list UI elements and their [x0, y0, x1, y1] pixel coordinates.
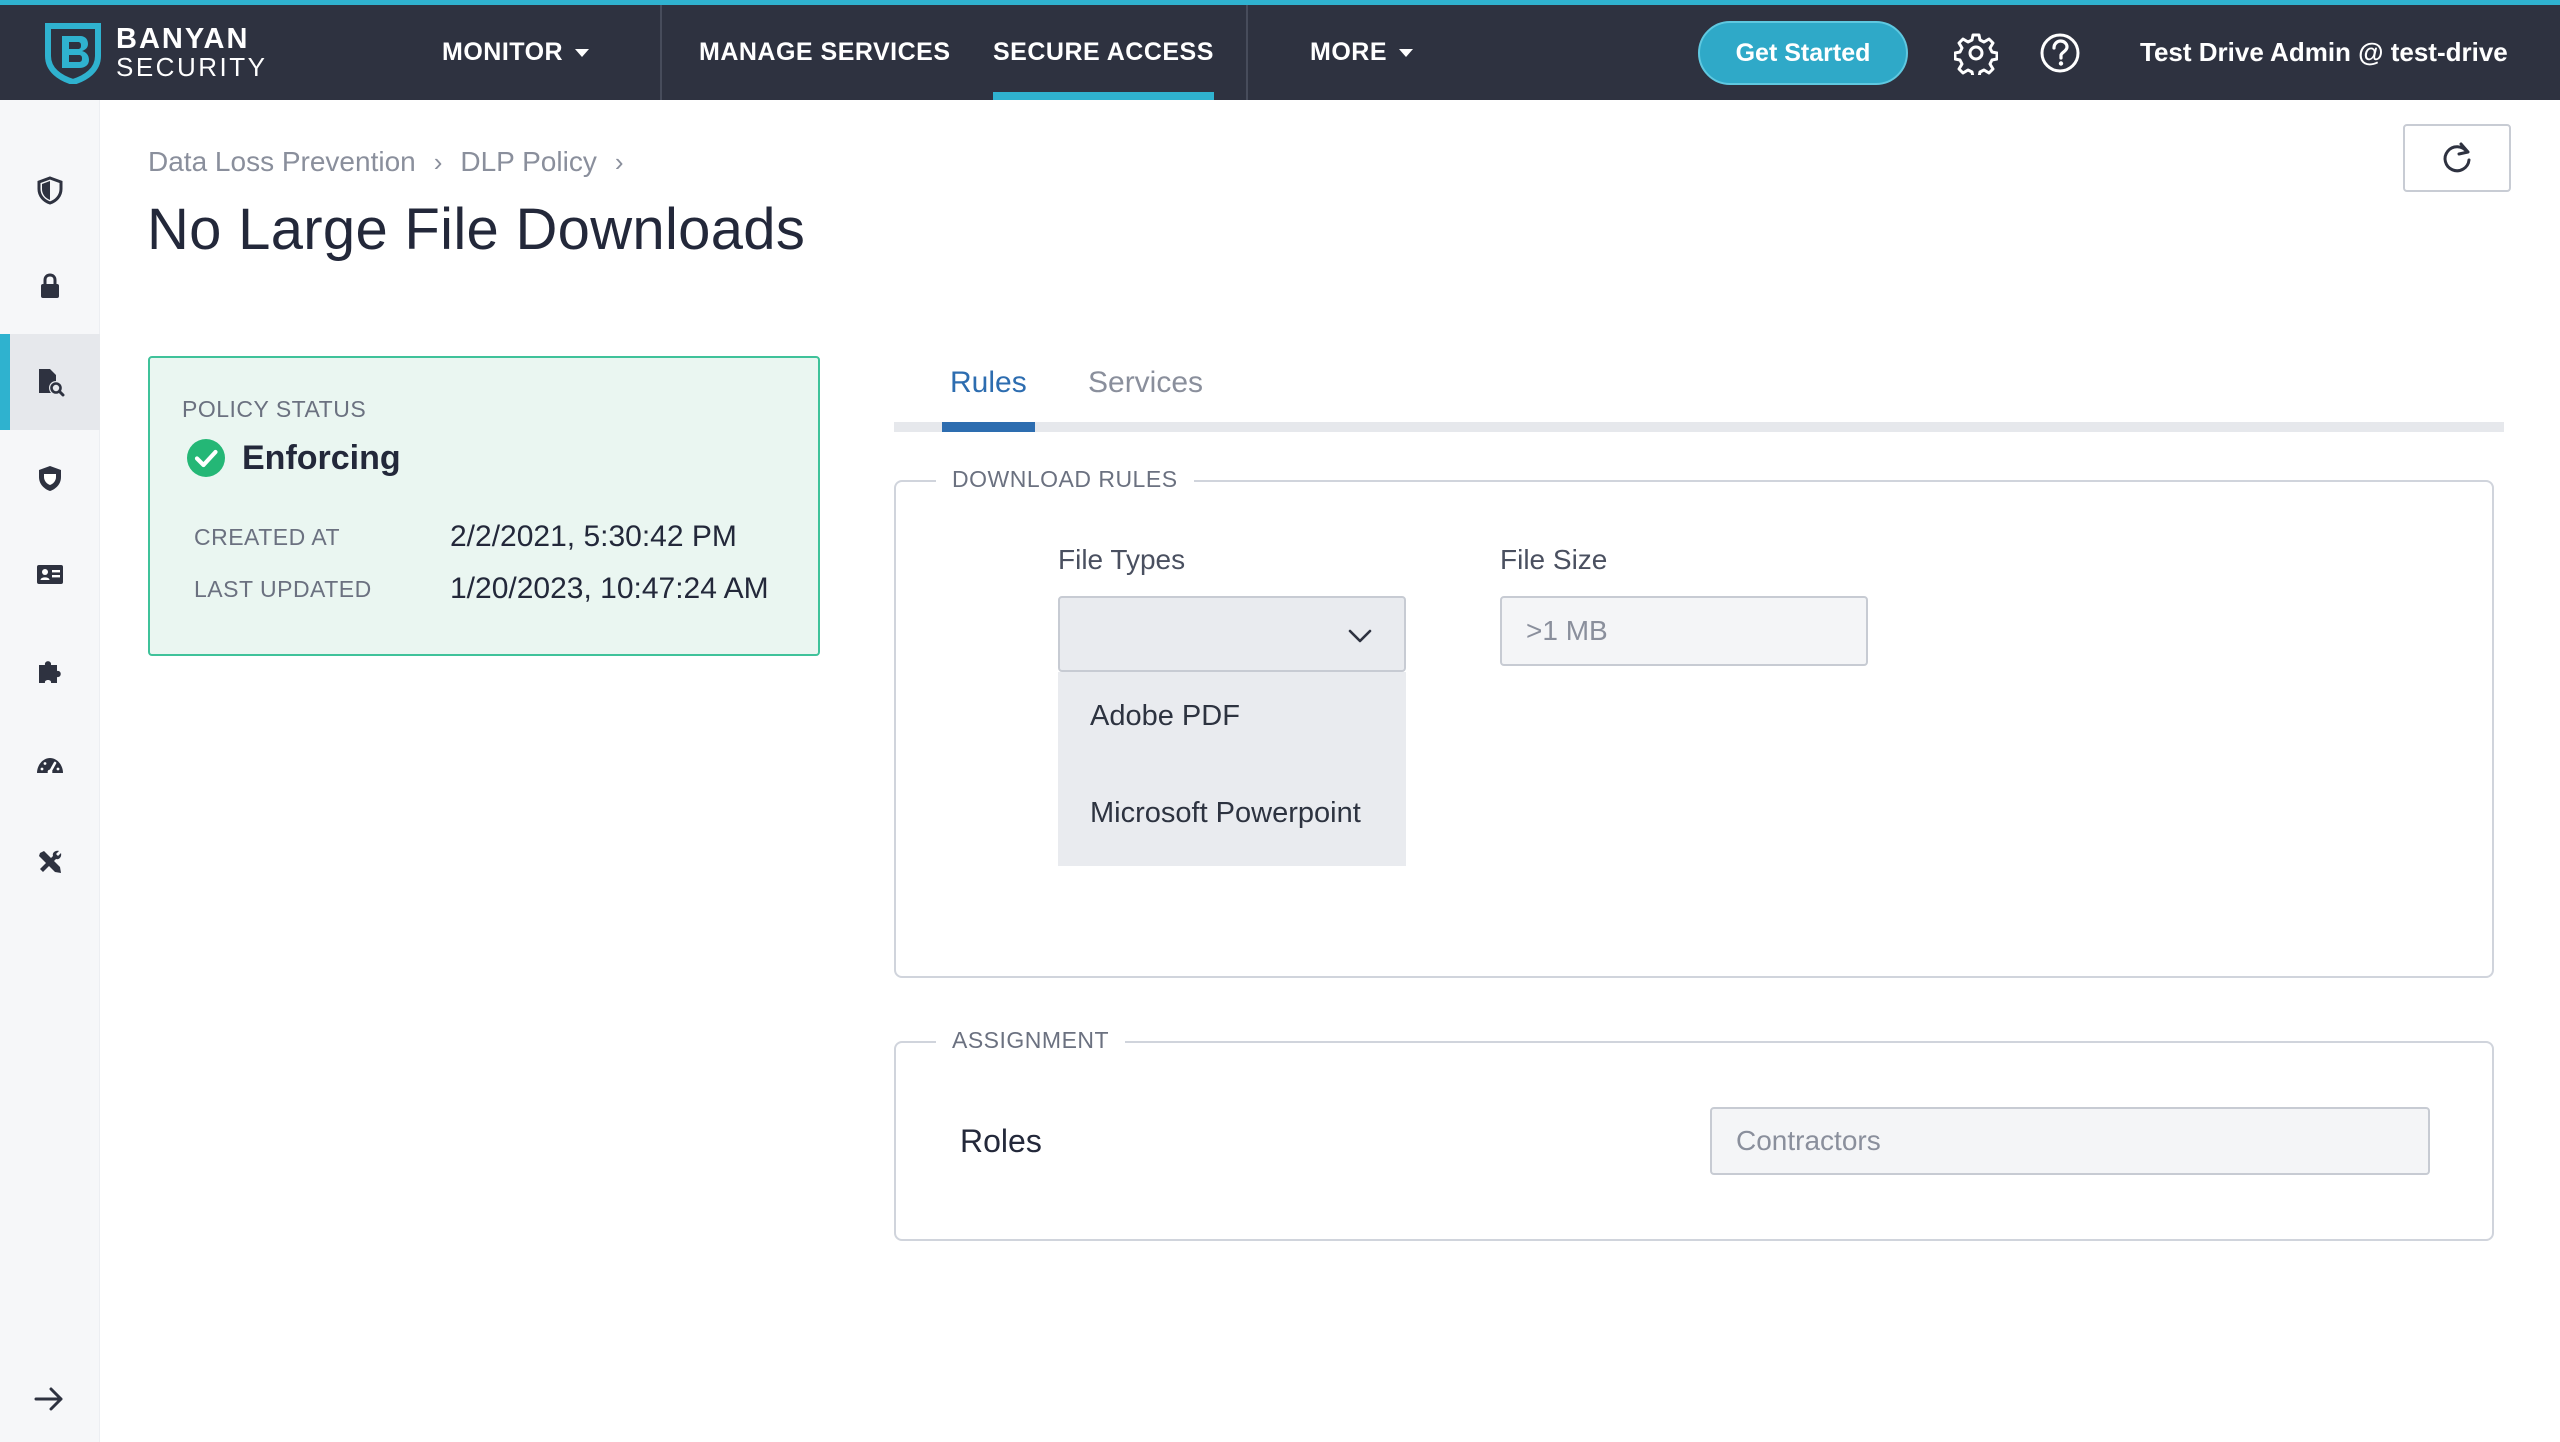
last-updated-label: LAST UPDATED — [194, 576, 372, 602]
shield-half-icon — [37, 176, 63, 205]
roles-label: Roles — [960, 1123, 1042, 1159]
sidebar-item-integrations[interactable] — [0, 622, 100, 718]
caret-down-icon — [575, 48, 590, 57]
status-text: Enforcing — [242, 438, 401, 477]
user-account-menu[interactable]: Test Drive Admin @ test-drive — [2140, 5, 2508, 100]
sidebar-item-lock[interactable] — [0, 238, 100, 334]
tab-services[interactable]: Services — [1088, 366, 1203, 400]
breadcrumb: Data Loss Prevention › DLP Policy › — [148, 146, 642, 178]
file-types-select[interactable] — [1058, 596, 1406, 672]
breadcrumb-data-loss-prevention[interactable]: Data Loss Prevention — [148, 146, 416, 178]
top-navigation-bar: BANYAN SECURITY MONITOR MANAGE SERVICES … — [0, 0, 2560, 100]
roles-input[interactable]: Contractors — [1710, 1107, 2430, 1175]
nav-divider — [1246, 5, 1248, 100]
assignment-section: ASSIGNMENT Roles Contractors — [894, 1027, 2494, 1241]
nav-more-label: MORE — [1310, 38, 1387, 66]
dashboard-gauge-icon — [37, 758, 63, 775]
tools-icon — [39, 850, 62, 873]
file-types-label: File Types — [1058, 544, 1186, 575]
banyan-logo[interactable]: BANYAN SECURITY — [44, 21, 267, 85]
tab-track — [894, 422, 2504, 432]
download-rules-section: DOWNLOAD RULES File Types Adobe PDF Micr… — [894, 466, 2494, 978]
sidebar-item-dashboard[interactable] — [0, 718, 100, 814]
brand-name: BANYAN SECURITY — [116, 23, 268, 82]
gear-icon[interactable] — [1954, 31, 1998, 75]
caret-down-icon — [1399, 48, 1413, 57]
sidebar-item-identity[interactable] — [0, 526, 100, 622]
banyan-shield-logo-icon — [45, 23, 101, 84]
last-updated-value: 1/20/2023, 10:47:24 AM — [450, 572, 769, 605]
sidebar-item-policies[interactable] — [0, 430, 100, 526]
policy-status-card: POLICY STATUS Enforcing CREATED AT 2/2/2… — [148, 356, 820, 656]
nav-manage-services-label: MANAGE SERVICES — [699, 38, 951, 66]
brand-name-line1: BANYAN — [116, 23, 250, 55]
chevron-down-icon — [1348, 629, 1372, 643]
chevron-right-icon: › — [433, 146, 443, 177]
nav-monitor[interactable]: MONITOR — [442, 5, 590, 100]
id-card-icon — [37, 565, 63, 584]
policy-tabs: Rules Services — [894, 356, 2504, 432]
nav-more[interactable]: MORE — [1310, 5, 1413, 100]
file-size-label: File Size — [1500, 544, 1608, 575]
page-title: No Large File Downloads — [147, 197, 806, 262]
assignment-legend: ASSIGNMENT — [936, 1027, 1126, 1054]
nav-monitor-label: MONITOR — [442, 38, 564, 66]
nav-divider — [660, 5, 662, 100]
policy-status-value: Enforcing — [186, 438, 401, 478]
nav-secure-access-label: SECURE ACCESS — [993, 38, 1214, 66]
brand-name-line2: SECURITY — [116, 52, 268, 82]
nav-secure-access[interactable]: SECURE ACCESS — [993, 5, 1214, 100]
refresh-icon — [2443, 142, 2471, 173]
check-circle-icon — [187, 439, 225, 477]
file-search-icon — [39, 369, 65, 397]
file-type-option-adobe-pdf[interactable]: Adobe PDF — [1090, 700, 1240, 733]
help-icon[interactable] — [2038, 31, 2082, 75]
tab-rules[interactable]: Rules — [942, 366, 1035, 432]
breadcrumb-dlp-policy[interactable]: DLP Policy — [460, 146, 596, 178]
created-at-label: CREATED AT — [194, 524, 340, 550]
lock-icon — [41, 273, 59, 298]
policy-status-label: POLICY STATUS — [182, 396, 367, 422]
file-type-option-microsoft-powerpoint[interactable]: Microsoft Powerpoint — [1090, 797, 1361, 830]
shield-badge-icon — [39, 466, 61, 491]
download-rules-legend: DOWNLOAD RULES — [936, 466, 1194, 493]
puzzle-icon — [39, 661, 61, 683]
sidebar-item-secure-access[interactable] — [0, 142, 100, 238]
get-started-button[interactable]: Get Started — [1698, 21, 1908, 85]
nav-manage-services[interactable]: MANAGE SERVICES — [699, 5, 951, 100]
created-at-value: 2/2/2021, 5:30:42 PM — [450, 520, 737, 553]
sidebar-item-dlp[interactable] — [0, 334, 100, 430]
file-size-input[interactable]: >1 MB — [1500, 596, 1868, 666]
arrow-right-icon[interactable] — [32, 1382, 66, 1416]
chevron-right-icon: › — [614, 146, 624, 177]
file-types-dropdown: Adobe PDF Microsoft Powerpoint — [1058, 672, 1406, 866]
sidebar-item-settings-tools[interactable] — [0, 814, 100, 910]
sidebar — [0, 100, 100, 1442]
refresh-button[interactable] — [2403, 124, 2511, 192]
